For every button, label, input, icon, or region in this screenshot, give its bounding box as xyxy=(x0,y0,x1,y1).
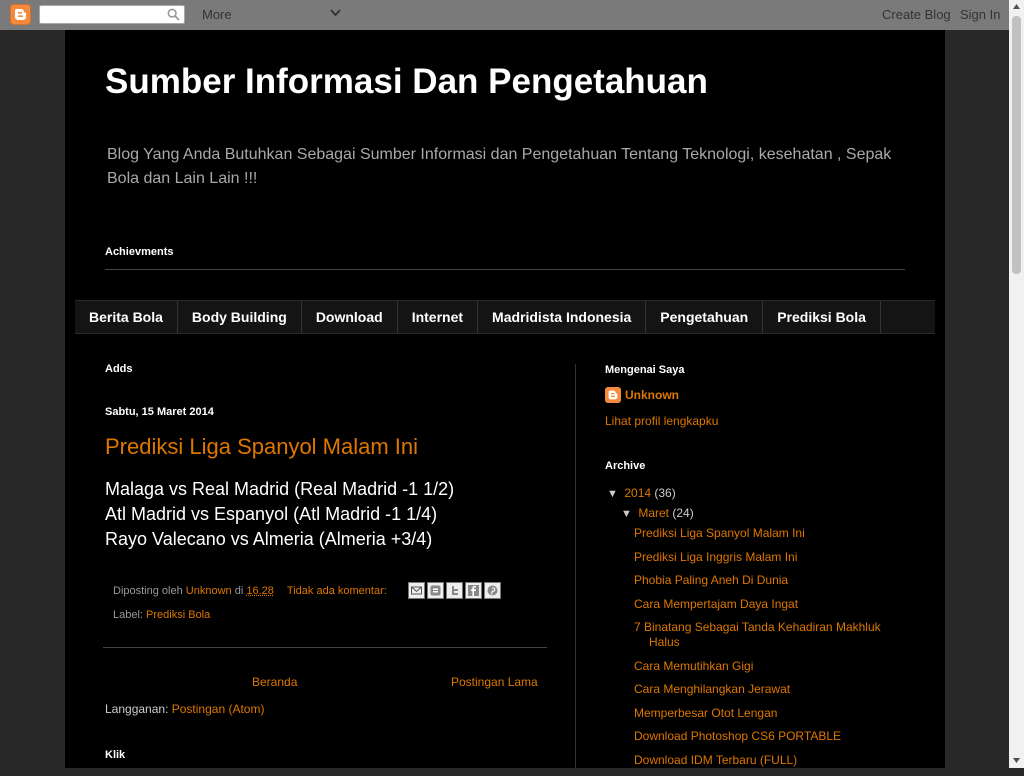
archive-post-link[interactable]: Cara Memutihkan Gigi xyxy=(634,659,753,673)
klik-heading: Klik xyxy=(105,749,125,761)
list-item: Cara Mempertajam Daya Ingat xyxy=(634,597,914,612)
date-header: Sabtu, 15 Maret 2014 xyxy=(105,406,214,418)
author-link[interactable]: Unknown xyxy=(186,585,232,597)
scrollbar-thumb[interactable] xyxy=(1012,16,1021,274)
blogger-logo-icon[interactable] xyxy=(10,4,31,25)
archive-post-link[interactable]: Cara Menghilangkan Jerawat xyxy=(634,682,790,696)
email-share-icon[interactable] xyxy=(408,582,425,599)
blog-description: Blog Yang Anda Butuhkan Sebagai Sumber I… xyxy=(107,143,897,191)
archive-post-link[interactable]: Prediksi Liga Inggris Malam Ini xyxy=(634,550,797,564)
archive-post-link[interactable]: Download Photoshop CS6 PORTABLE xyxy=(634,729,841,743)
pinterest-share-icon[interactable] xyxy=(484,582,501,599)
comments-link[interactable]: Tidak ada komentar: xyxy=(287,585,387,597)
archive-month-count: (24) xyxy=(672,506,693,520)
archive-year-link[interactable]: 2014 xyxy=(624,486,651,500)
archive-year-toggle-icon[interactable]: ▼ xyxy=(607,488,621,500)
tab-pengetahuan[interactable]: Pengetahuan xyxy=(646,301,763,333)
post-body: Malaga vs Real Madrid (Real Madrid -1 1/… xyxy=(105,477,454,552)
twitter-share-icon[interactable] xyxy=(446,582,463,599)
subscribe-atom-link[interactable]: Postingan (Atom) xyxy=(172,702,265,716)
create-blog-link[interactable]: Create Blog xyxy=(882,7,951,22)
scroll-down-icon[interactable] xyxy=(1013,758,1020,763)
tab-berita-bola[interactable]: Berita Bola xyxy=(75,301,178,333)
archive-post-link[interactable]: Memperbesar Otot Lengan xyxy=(634,706,777,720)
archive-heading: Archive xyxy=(605,460,645,472)
post-labels: Label: Prediksi Bola xyxy=(113,609,210,621)
post-title[interactable]: Prediksi Liga Spanyol Malam Ini xyxy=(105,434,418,460)
archive-month-row: ▼ Maret (24) xyxy=(621,506,694,520)
achievements-heading: Achievments xyxy=(105,246,173,258)
archive-post-link[interactable]: Phobia Paling Aneh Di Dunia xyxy=(634,573,788,587)
archive-month-link[interactable]: Maret xyxy=(638,506,669,520)
archive-year-row: ▼ 2014 (36) xyxy=(607,486,676,500)
list-item: Prediksi Liga Inggris Malam Ini xyxy=(634,550,914,565)
list-item: Phobia Paling Aneh Di Dunia xyxy=(634,573,914,588)
navbar-search xyxy=(39,5,185,24)
adds-heading: Adds xyxy=(105,363,555,375)
subscribe-label: Langganan: xyxy=(105,702,168,716)
page-tabs: Berita Bola Body Building Download Inter… xyxy=(75,300,935,334)
blogger-navbar: More Create Blog Sign In xyxy=(0,0,1009,30)
archive-month-toggle-icon[interactable]: ▼ xyxy=(621,508,635,520)
tab-madridista-indonesia[interactable]: Madridista Indonesia xyxy=(478,301,646,333)
chevron-down-icon[interactable] xyxy=(330,9,341,17)
tab-download[interactable]: Download xyxy=(302,301,398,333)
column-divider xyxy=(575,364,576,768)
share-buttons xyxy=(408,582,503,599)
tab-body-building[interactable]: Body Building xyxy=(178,301,302,333)
list-item: Cara Memutihkan Gigi xyxy=(634,659,914,674)
home-link[interactable]: Beranda xyxy=(252,675,297,689)
post-timestamp[interactable]: 16.28 xyxy=(246,585,274,597)
archive-post-link[interactable]: 7 Binatang Sebagai Tanda Kehadiran Makhl… xyxy=(634,620,881,649)
full-profile-link[interactable]: Lihat profil lengkapku xyxy=(605,414,718,428)
post-divider xyxy=(103,647,547,648)
list-item: Prediksi Liga Spanyol Malam Ini xyxy=(634,526,914,541)
list-item: Download Photoshop CS6 PORTABLE xyxy=(634,729,914,744)
archive-post-link[interactable]: Download IDM Terbaru (FULL) xyxy=(634,753,797,767)
post-line: Malaga vs Real Madrid (Real Madrid -1 1/… xyxy=(105,477,454,502)
posted-by-label: Diposting oleh xyxy=(113,585,183,597)
more-dropdown[interactable]: More xyxy=(202,7,232,22)
tab-prediksi-bola[interactable]: Prediksi Bola xyxy=(763,301,881,333)
scroll-up-icon[interactable] xyxy=(1013,4,1020,9)
tab-internet[interactable]: Internet xyxy=(398,301,478,333)
archive-post-link[interactable]: Prediksi Liga Spanyol Malam Ini xyxy=(634,526,805,540)
blogger-profile-icon xyxy=(605,387,621,403)
sign-in-link[interactable]: Sign In xyxy=(960,7,1000,22)
content-outer: Sumber Informasi Dan Pengetahuan Blog Ya… xyxy=(65,30,945,768)
blog-title[interactable]: Sumber Informasi Dan Pengetahuan xyxy=(105,62,708,102)
navbar-search-input[interactable] xyxy=(40,7,164,24)
archive-year-count: (36) xyxy=(654,486,675,500)
label-link[interactable]: Prediksi Bola xyxy=(146,609,210,621)
older-posts-link[interactable]: Postingan Lama xyxy=(451,675,538,689)
header-divider xyxy=(105,269,905,270)
archive-post-link[interactable]: Cara Mempertajam Daya Ingat xyxy=(634,597,798,611)
post-line: Atl Madrid vs Espanyol (Atl Madrid -1 1/… xyxy=(105,502,454,527)
list-item: Memperbesar Otot Lengan xyxy=(634,706,914,721)
search-icon[interactable] xyxy=(167,8,180,21)
list-item: 7 Binatang Sebagai Tanda Kehadiran Makhl… xyxy=(634,620,914,650)
blogthis-share-icon[interactable] xyxy=(427,582,444,599)
page-scrollbar[interactable] xyxy=(1009,0,1024,768)
subscribe-line: Langganan: Postingan (Atom) xyxy=(105,702,264,716)
post-line: Rayo Valecano vs Almeria (Almeria +3/4) xyxy=(105,527,454,552)
at-label: di xyxy=(235,585,244,597)
labels-prefix: Label: xyxy=(113,609,143,621)
post-footer: Diposting oleh Unknown di 16.28 Tidak ad… xyxy=(113,585,387,597)
about-heading: Mengenai Saya xyxy=(605,364,684,376)
archive-posts-list: Prediksi Liga Spanyol Malam Ini Prediksi… xyxy=(634,526,914,776)
facebook-share-icon[interactable] xyxy=(465,582,482,599)
profile-name-link[interactable]: Unknown xyxy=(625,388,679,402)
list-item: Download IDM Terbaru (FULL) xyxy=(634,753,914,768)
list-item: Cara Menghilangkan Jerawat xyxy=(634,682,914,697)
